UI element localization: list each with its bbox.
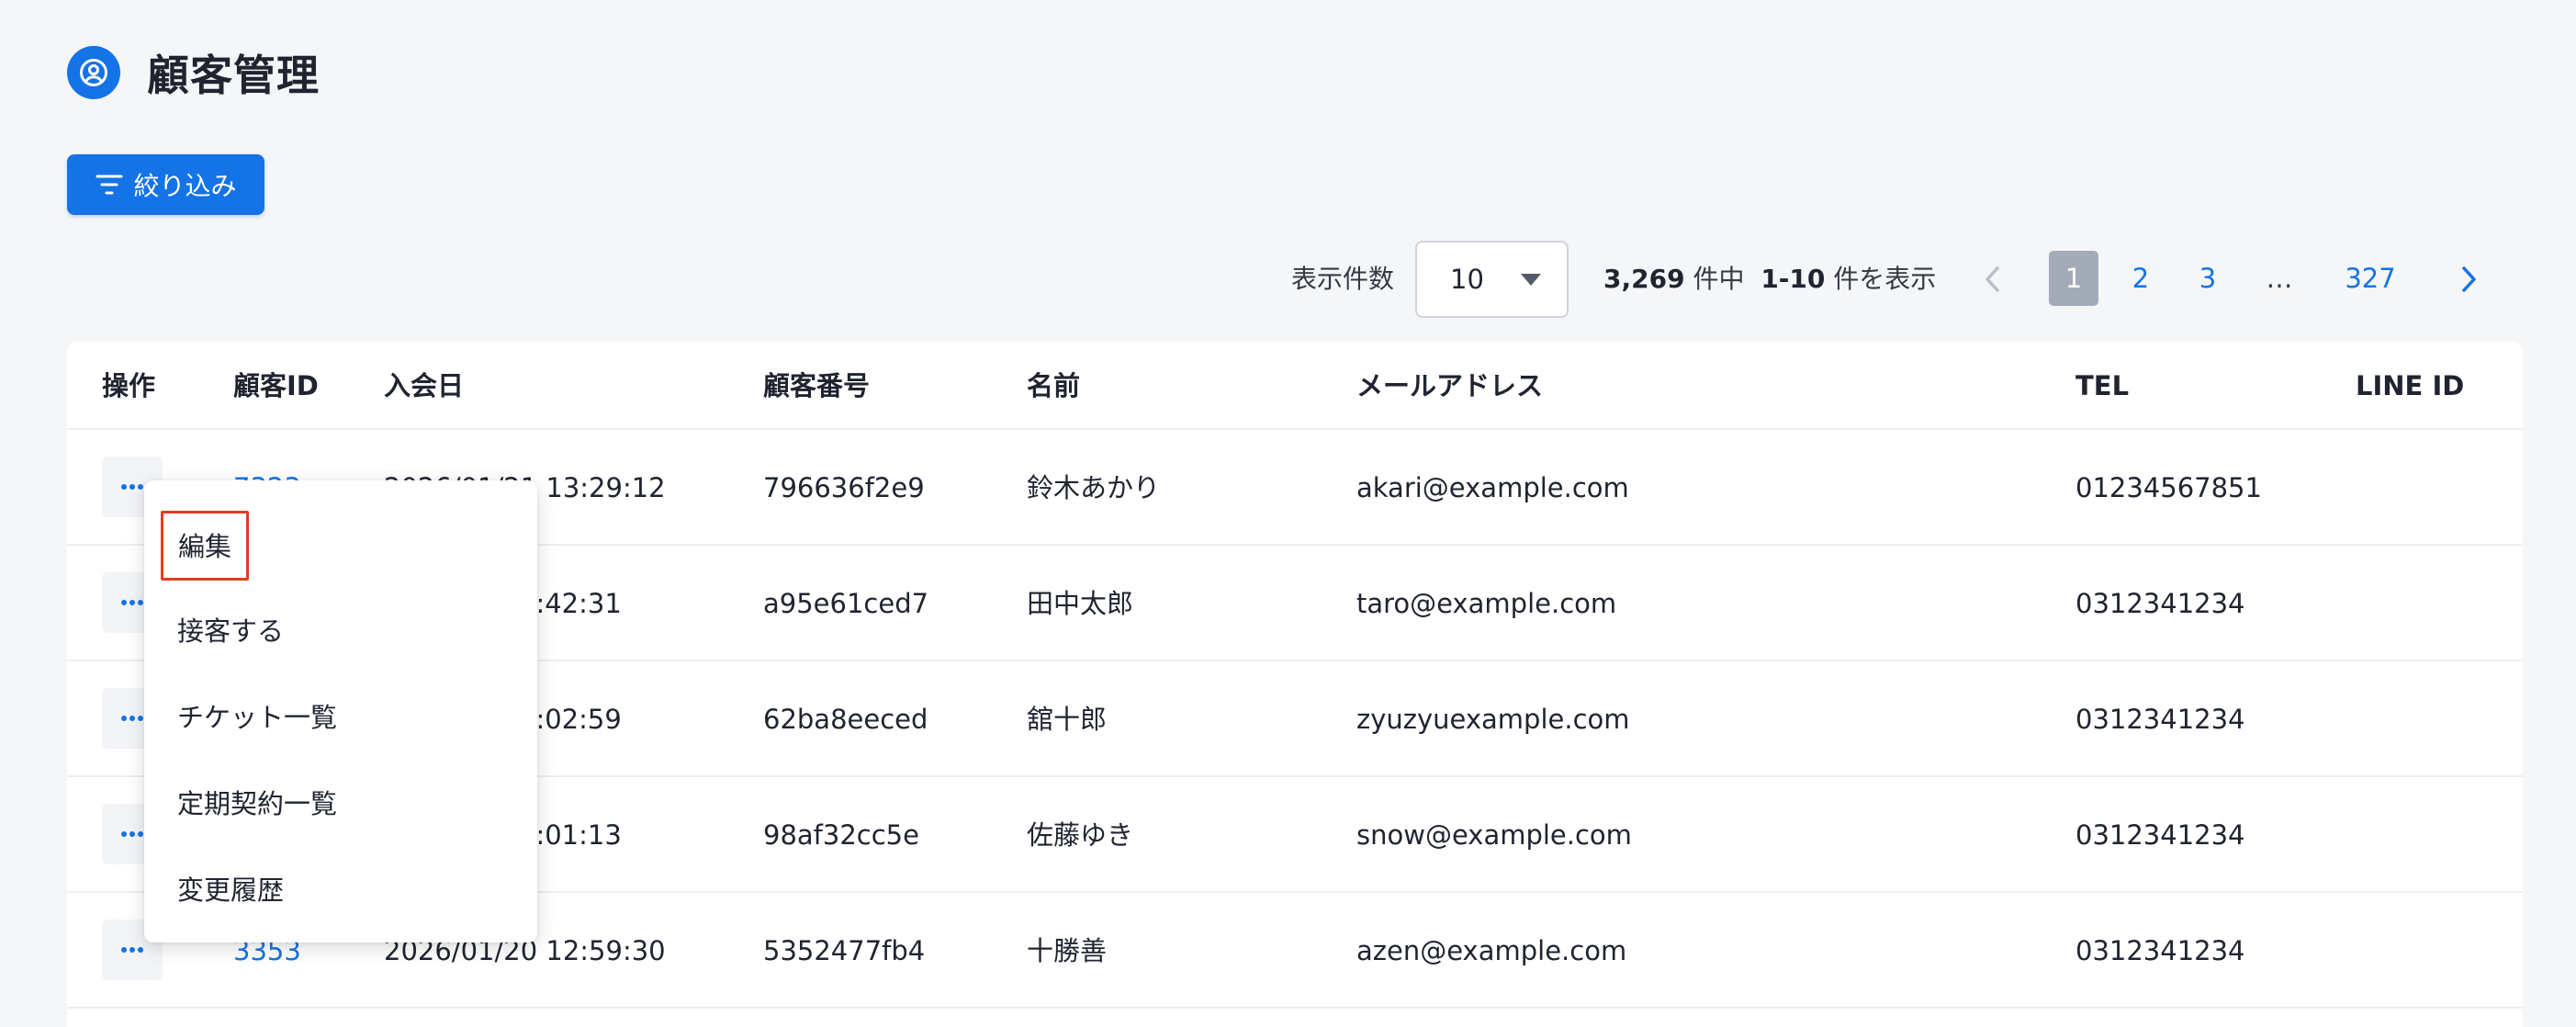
result-count: 3,269 件中 1-10 件を表示 xyxy=(1603,241,1936,318)
customer-email: azen@example.com xyxy=(1356,935,1627,966)
filter-button[interactable]: 絞り込み xyxy=(67,154,264,215)
customer-number: 62ba8eeced xyxy=(763,704,928,735)
result-range: 1-10 xyxy=(1760,264,1826,294)
menu-item-subscription-list[interactable]: 定期契約一覧 xyxy=(177,776,337,831)
table-header: 操作 顧客ID 入会日 顧客番号 名前 メールアドレス TEL LINE ID xyxy=(67,342,2523,430)
customer-email: snow@example.com xyxy=(1356,819,1632,851)
customer-name: 舘十郎 xyxy=(1027,704,1108,735)
user-circle-icon xyxy=(67,46,120,99)
customer-name: 鈴木あかり xyxy=(1027,472,1161,503)
customer-tel: 01234567851 xyxy=(2075,472,2262,503)
more-horizontal-icon xyxy=(121,600,143,605)
customer-email: zyuzyuexample.com xyxy=(1356,704,1630,735)
page-button-2[interactable]: 2 xyxy=(2129,251,2153,306)
customer-email: akari@example.com xyxy=(1356,472,1629,503)
column-header-actions: 操作 xyxy=(102,370,156,401)
result-total-suffix: 件中 xyxy=(1693,264,1745,294)
menu-item-serve-customer[interactable]: 接客する xyxy=(177,604,284,659)
chevron-left-icon xyxy=(1985,266,1999,292)
pagination-bar: 表示件数 10 3,269 件中 1-10 件を表示 1 2 3 … 327 xyxy=(0,241,2576,318)
customer-tel: 0312341234 xyxy=(2075,935,2245,966)
page-button-3[interactable]: 3 xyxy=(2196,251,2220,306)
more-horizontal-icon xyxy=(121,484,143,490)
column-header-customer-id[interactable]: 顧客ID xyxy=(233,342,319,430)
next-page-button[interactable] xyxy=(2450,261,2487,298)
per-page-value: 10 xyxy=(1450,264,1484,295)
customer-name: 十勝善 xyxy=(1027,935,1108,966)
chevron-right-icon xyxy=(2462,266,2476,292)
page-button-1[interactable]: 1 xyxy=(2049,251,2098,306)
customer-number: 796636f2e9 xyxy=(763,472,925,503)
customer-number: 5352477fb4 xyxy=(763,935,926,966)
page-header: 顧客管理 xyxy=(67,42,320,103)
column-header-join-date[interactable]: 入会日 xyxy=(384,342,464,430)
row-actions-menu: 編集 接客する チケット一覧 定期契約一覧 変更履歴 xyxy=(144,480,537,942)
filter-button-label: 絞り込み xyxy=(133,171,237,201)
menu-item-change-history[interactable]: 変更履歴 xyxy=(177,863,284,918)
prev-page-button[interactable] xyxy=(1974,261,2011,298)
customer-name: 佐藤ゆき xyxy=(1027,819,1134,851)
result-range-suffix: 件を表示 xyxy=(1833,264,1937,294)
customer-email: taro@example.com xyxy=(1356,588,1617,619)
menu-item-ticket-list[interactable]: チケット一覧 xyxy=(177,690,337,745)
filter-icon xyxy=(96,175,123,195)
page-ellipsis: … xyxy=(2266,263,2293,294)
page-title: 顧客管理 xyxy=(147,51,320,100)
customer-number: a95e61ced7 xyxy=(763,588,929,619)
more-horizontal-icon xyxy=(121,831,143,837)
customer-tel: 0312341234 xyxy=(2075,819,2245,851)
column-header-email[interactable]: メールアドレス xyxy=(1356,342,1543,430)
column-header-name[interactable]: 名前 xyxy=(1027,342,1080,430)
chevron-down-icon xyxy=(1521,274,1541,286)
column-header-line-id[interactable]: LINE ID xyxy=(2356,342,2464,430)
customer-tel: 0312341234 xyxy=(2075,588,2245,619)
customer-number: 98af32cc5e xyxy=(763,819,919,851)
customer-tel: 0312341234 xyxy=(2075,704,2245,735)
more-horizontal-icon xyxy=(121,716,143,721)
column-header-customer-number[interactable]: 顧客番号 xyxy=(763,342,870,430)
page-button-last[interactable]: 327 xyxy=(2345,251,2396,306)
per-page-label: 表示件数 xyxy=(1291,264,1395,294)
menu-item-edit[interactable]: 編集 xyxy=(161,511,250,581)
more-horizontal-icon xyxy=(121,947,143,953)
customer-name: 田中太郎 xyxy=(1027,588,1134,619)
column-header-tel[interactable]: TEL xyxy=(2075,342,2129,430)
per-page-select[interactable]: 10 xyxy=(1415,241,1569,318)
result-total: 3,269 xyxy=(1603,264,1685,294)
